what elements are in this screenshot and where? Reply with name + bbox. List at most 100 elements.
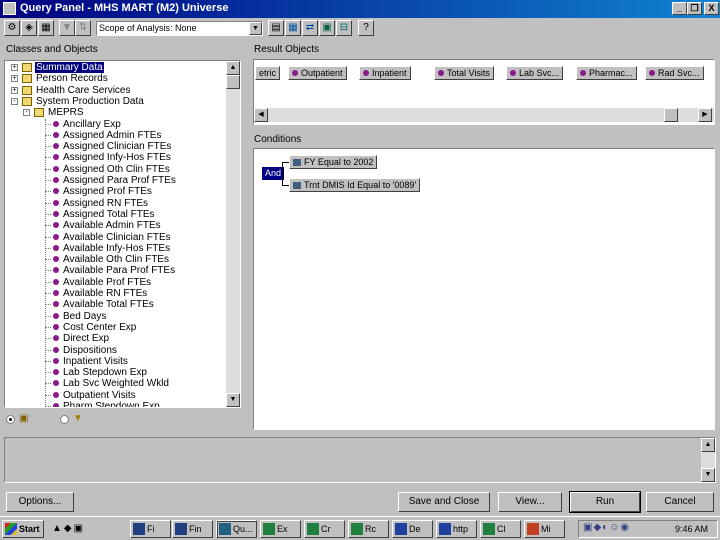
grid-icon[interactable]: ▦ (285, 20, 301, 36)
hscroll-thumb[interactable] (664, 108, 678, 122)
condition-item[interactable]: FY Equal to 2002 (289, 155, 378, 169)
tree-scrollbar[interactable]: ▲ ▼ (226, 61, 240, 407)
taskbar-task-button[interactable]: De (392, 520, 433, 538)
tree-object-item[interactable]: Available Infy-Hos FTEs (5, 243, 225, 254)
taskbar-task-button[interactable]: Rc (348, 520, 389, 538)
filter-icon[interactable]: ▼ (59, 20, 75, 36)
tree-class-item[interactable]: - System Production Data (5, 96, 225, 107)
tree-object-item[interactable]: Bed Days (5, 311, 225, 322)
tree-object-item[interactable]: Available Total FTEs (5, 299, 225, 310)
link-icon[interactable]: ⇄ (302, 20, 318, 36)
collapse-icon[interactable]: - (11, 97, 18, 105)
scope-of-analysis-select[interactable]: Scope of Analysis: None ▼ (96, 21, 263, 36)
tree-object-item[interactable]: Ancillary Exp (5, 119, 225, 130)
scroll-right-button[interactable]: ▶ (698, 108, 712, 122)
scroll-down-button[interactable]: ▼ (226, 393, 240, 407)
result-object-chip[interactable]: Total Visits (434, 66, 494, 80)
sql-icon[interactable]: ▦ (38, 20, 54, 36)
condition-item[interactable]: Trnt DMIS Id Equal to '0089' (289, 178, 421, 192)
tree-object-item[interactable]: Assigned Oth Clin FTEs (5, 164, 225, 175)
expand-icon[interactable]: + (11, 75, 18, 83)
taskbar-task-button[interactable]: Cl (480, 520, 521, 538)
result-object-chip[interactable]: Pharmac... (576, 66, 637, 80)
taskbar-task-button[interactable]: Fi (130, 520, 171, 538)
dimension-dot-icon (53, 391, 59, 398)
taskbar-task-button[interactable]: http (436, 520, 477, 538)
scroll-up-button[interactable]: ▲ (226, 61, 240, 75)
quick-launch-icons[interactable]: ▲◆▣ (52, 521, 112, 537)
sort-icon[interactable]: ⇅ (75, 20, 91, 36)
expand-icon[interactable]: + (11, 64, 18, 71)
tree-object-item[interactable]: Assigned Clinician FTEs (5, 141, 225, 152)
tree-class-item[interactable]: + Person Records (5, 73, 225, 84)
cancel-button[interactable]: Cancel (646, 492, 714, 512)
description-scrollbar[interactable]: ▲ ▼ (701, 438, 715, 482)
result-object-chip[interactable]: Inpatient (359, 66, 411, 80)
chevron-down-icon[interactable]: ▼ (249, 22, 262, 35)
tree-object-item[interactable]: Assigned Infy-Hos FTEs (5, 152, 225, 163)
taskbar-task-button[interactable]: Fin (172, 520, 213, 538)
result-object-chip[interactable]: Rad Svc... (645, 66, 704, 80)
tree-object-item[interactable]: Outpatient Visits (5, 390, 225, 401)
help-icon[interactable]: ? (358, 20, 374, 36)
taskbar-task-button[interactable]: Mi (524, 520, 565, 538)
tree-object-item[interactable]: Available RN FTEs (5, 288, 225, 299)
expand-icon[interactable]: + (11, 86, 18, 94)
save-and-close-button[interactable]: Save and Close (398, 492, 490, 512)
tree-object-item[interactable]: Cost Center Exp (5, 322, 225, 333)
tree-object-item[interactable]: Dispositions (5, 345, 225, 356)
condition-icon (293, 182, 301, 189)
tree-object-item[interactable]: Assigned Total FTEs (5, 209, 225, 220)
restore-button[interactable]: ❐ (687, 2, 702, 15)
tray-icons[interactable]: ▣◆◐☺◉ (583, 522, 630, 533)
close-button[interactable]: X (704, 2, 719, 15)
result-object-chip[interactable]: Outpatient (288, 66, 347, 80)
run-button[interactable]: Run (569, 491, 641, 513)
result-hscrollbar[interactable]: ◀ ▶ (254, 108, 714, 122)
tree-object-item[interactable]: Available Prof FTEs (5, 277, 225, 288)
tree-object-item[interactable]: Lab Svc Weighted Wkld (5, 378, 225, 389)
scroll-down-button[interactable]: ▼ (701, 468, 715, 482)
tree-class-item[interactable]: - MEPRS (5, 107, 225, 118)
taskbar-task-button[interactable]: Qu... (216, 520, 257, 538)
tree-class-item[interactable]: + Summary Data (5, 62, 225, 73)
minimize-button[interactable]: _ (672, 2, 687, 15)
table-icon[interactable]: ⊟ (336, 20, 352, 36)
tree-object-item[interactable]: Assigned Para Prof FTEs (5, 175, 225, 186)
tree-object-item[interactable]: Available Para Prof FTEs (5, 265, 225, 276)
taskbar-task-button[interactable]: Cr (304, 520, 345, 538)
tree-object-item[interactable]: Available Admin FTEs (5, 220, 225, 231)
title-bar[interactable]: Query Panel - MHS MART (M2) Universe _ ❐… (0, 0, 720, 18)
tree-object-item[interactable]: Lab Stepdown Exp (5, 367, 225, 378)
tree-object-item[interactable]: Pharm Stepdown Exp (5, 401, 225, 407)
view-icon[interactable]: ▤ (268, 20, 284, 36)
tree-object-item[interactable]: Assigned RN FTEs (5, 198, 225, 209)
collapse-icon[interactable]: - (23, 109, 30, 117)
result-objects-label: Result Objects (254, 44, 320, 55)
scroll-left-button[interactable]: ◀ (254, 108, 268, 122)
class-folder-icon (22, 96, 32, 106)
taskbar-task-button[interactable]: Ex (260, 520, 301, 538)
tree-object-item[interactable]: Available Clinician FTEs (5, 232, 225, 243)
options-button[interactable]: Options... (6, 492, 74, 512)
tree-class-item[interactable]: + Health Care Services (5, 85, 225, 96)
classes-view-radio[interactable] (6, 415, 15, 424)
result-object-chip[interactable]: Lab Svc... (506, 66, 564, 80)
filters-view-radio[interactable] (60, 415, 69, 424)
tree-object-item[interactable]: Direct Exp (5, 333, 225, 344)
classes-tree[interactable]: + Summary Data + Person Records + Health Care… (4, 60, 241, 408)
start-button[interactable]: Start (2, 520, 44, 538)
query-panel-icon[interactable]: ⚙ (4, 20, 20, 36)
calc-icon[interactable]: ▣ (319, 20, 335, 36)
tree-object-item[interactable]: Available Oth Clin FTEs (5, 254, 225, 265)
and-operator[interactable]: And (262, 167, 285, 180)
scroll-up-button[interactable]: ▲ (701, 438, 715, 452)
scroll-thumb[interactable] (226, 75, 240, 89)
tree-object-item[interactable]: Assigned Admin FTEs (5, 130, 225, 141)
result-object-chip[interactable]: etric (255, 66, 281, 80)
view-button[interactable]: View... (498, 492, 562, 512)
tree-object-item[interactable]: Assigned Prof FTEs (5, 186, 225, 197)
options-icon[interactable]: ◈ (21, 20, 37, 36)
tree-object-item[interactable]: Inpatient Visits (5, 356, 225, 367)
dimension-dot-icon (53, 256, 59, 263)
